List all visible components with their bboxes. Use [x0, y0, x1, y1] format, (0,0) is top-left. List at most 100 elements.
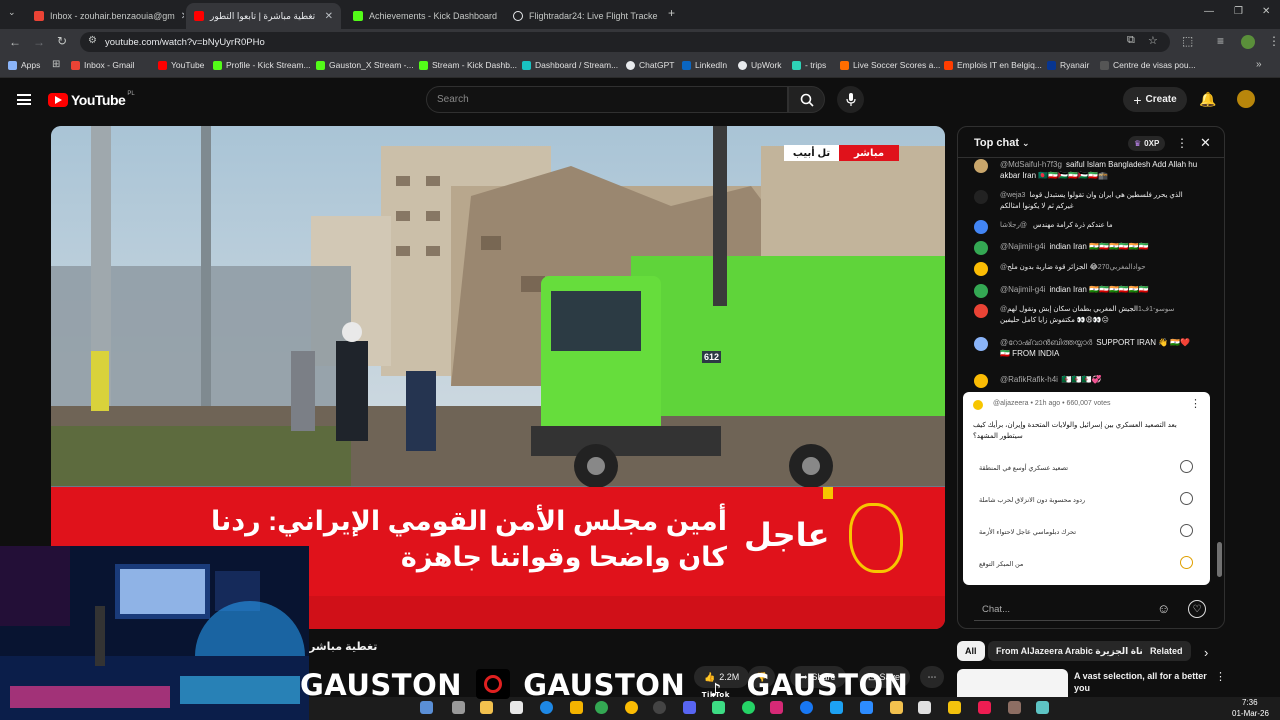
bookmark-ryanair[interactable]: Ryanair	[1047, 60, 1089, 70]
poll-option[interactable]: تحرك دبلوماسي عاجل لاحتواء الأزمة	[979, 524, 1193, 537]
bookmark-gmail[interactable]: Inbox - Gmail	[71, 60, 135, 70]
bookmark-kick-dashboard[interactable]: Stream - Kick Dashb...	[419, 60, 517, 70]
more-bookmarks-icon[interactable]: »	[1256, 59, 1262, 70]
profile-avatar[interactable]	[1241, 35, 1255, 49]
folder-icon[interactable]	[480, 701, 493, 714]
close-window-icon[interactable]: ✕	[1262, 6, 1270, 17]
zoom-icon[interactable]	[860, 701, 873, 714]
heart-icon[interactable]: ♡	[1188, 600, 1206, 618]
bookmark-trips[interactable]: - trips	[792, 60, 826, 70]
edge-icon[interactable]	[540, 701, 553, 714]
bookmark-linkedin[interactable]: LinkedIn	[682, 60, 727, 70]
chat-close-icon[interactable]: ✕	[1200, 135, 1211, 151]
taskbar-app-icon[interactable]	[948, 701, 961, 714]
address-bar[interactable]: ⚙ youtube.com/watch?v=bNyUyrR0PHo ⧉ ☆	[80, 32, 1170, 52]
bookmark-stream-dashboard[interactable]: Dashboard / Stream...	[522, 60, 618, 70]
extensions-icon[interactable]: ⬚	[1182, 34, 1193, 48]
taskbar-app-icon[interactable]	[452, 701, 465, 714]
live-badge: مباشر	[839, 145, 899, 161]
grid-icon[interactable]: ⊞	[52, 59, 60, 70]
recommended-title[interactable]: A vast selection, all for a better you	[1074, 670, 1210, 694]
tab-search-icon[interactable]: ⌄	[8, 7, 16, 18]
recommended-more-icon[interactable]: ⋮	[1215, 670, 1226, 683]
chat-mode-dropdown[interactable]: Top chat ⌄	[974, 137, 1030, 149]
tab-kick[interactable]: Achievements - Kick Dashboard ✕	[345, 3, 501, 29]
close-icon[interactable]: ✕	[497, 11, 501, 22]
chip-related[interactable]: Related	[1142, 641, 1191, 661]
reload-icon[interactable]: ↻	[57, 34, 67, 48]
bookmark-visas[interactable]: Centre de visas pou...	[1100, 60, 1196, 70]
media-control-icon[interactable]: ≡	[1217, 34, 1224, 48]
radio-button[interactable]	[1180, 524, 1193, 537]
taskbar-app-icon[interactable]	[712, 701, 725, 714]
chrome-icon[interactable]	[595, 701, 608, 714]
taskbar-app-icon[interactable]	[420, 701, 433, 714]
create-button[interactable]: + Create	[1123, 87, 1187, 112]
chrome-icon[interactable]	[625, 701, 638, 714]
bookmark-youtube[interactable]: YouTube	[158, 60, 204, 70]
bookmark-star-icon[interactable]: ☆	[1148, 34, 1158, 47]
account-avatar[interactable]	[1237, 90, 1255, 108]
taskbar-app-icon[interactable]	[570, 701, 583, 714]
poll-more-icon[interactable]: ⋮	[1190, 397, 1201, 410]
emoji-icon[interactable]: ☺	[1157, 601, 1170, 616]
browser-menu-icon[interactable]: ⋮	[1268, 34, 1280, 48]
back-icon[interactable]: ←	[9, 35, 21, 49]
bookmark-upwork[interactable]: UpWork	[738, 60, 782, 70]
close-icon[interactable]: ✕	[175, 11, 184, 22]
system-date[interactable]: 01-Mar-26	[1232, 709, 1269, 718]
chat-scrollbar[interactable]	[1217, 542, 1222, 577]
tab-flightradar[interactable]: Flightradar24: Live Flight Tracke ✕	[505, 3, 661, 29]
poll-option[interactable]: تصعيد عسكري أوسع في المنطقة	[979, 460, 1193, 473]
bookmark-kick-profile[interactable]: Profile - Kick Stream...	[213, 60, 311, 70]
recommended-thumbnail[interactable]	[957, 669, 1068, 697]
points-badge[interactable]: ♛ 0XP	[1128, 136, 1166, 151]
minimize-icon[interactable]: —	[1204, 6, 1214, 17]
whatsapp-icon[interactable]	[742, 701, 755, 714]
chip-all[interactable]: All	[957, 641, 985, 661]
hamburger-menu-icon[interactable]	[17, 94, 31, 105]
radio-button[interactable]	[1180, 492, 1193, 505]
chat-input[interactable]: Chat...	[974, 599, 1160, 621]
notifications-bell-icon[interactable]: 🔔	[1199, 91, 1216, 108]
forward-icon[interactable]: →	[33, 35, 45, 49]
radio-button[interactable]	[1180, 460, 1193, 473]
poll-option[interactable]: ردود محسوبة دون الانزلاق لحرب شاملة	[979, 492, 1193, 505]
tiktok-icon[interactable]	[978, 701, 991, 714]
youtube-logo[interactable]: YouTube PL	[48, 91, 135, 108]
close-icon[interactable]: ✕	[658, 11, 661, 22]
tab-youtube[interactable]: تغطية مباشرة | تابعوا التطور ✕	[186, 3, 341, 29]
chevron-right-icon[interactable]: ›	[1204, 645, 1208, 660]
taskbar-app-icon[interactable]	[1008, 701, 1021, 714]
tab-gmail[interactable]: Inbox - zouhair.benzaouia@gm ✕	[26, 3, 184, 29]
voice-search-button[interactable]	[837, 86, 864, 113]
poll-option[interactable]: من المبكر التوقع	[979, 556, 1193, 569]
install-icon[interactable]: ⧉	[1127, 34, 1135, 47]
bookmark-chatgpt[interactable]: ChatGPT	[626, 60, 674, 70]
taskbar-app-icon[interactable]	[890, 701, 903, 714]
chat-more-icon[interactable]: ⋮	[1176, 136, 1188, 150]
search-input[interactable]: Search	[426, 86, 788, 113]
system-time[interactable]: 7:36	[1242, 698, 1258, 707]
bookmark-soccer[interactable]: Live Soccer Scores a...	[840, 60, 940, 70]
taskbar-app-icon[interactable]	[510, 701, 523, 714]
bookmark-apps[interactable]: Apps	[8, 60, 40, 70]
taskbar-app-icon[interactable]	[918, 701, 931, 714]
bookmark-emplois[interactable]: Emplois IT en Belgiq...	[944, 60, 1042, 70]
restore-icon[interactable]: ❐	[1234, 6, 1243, 17]
discord-icon[interactable]	[683, 701, 696, 714]
facebook-icon[interactable]	[800, 701, 813, 714]
search-button[interactable]	[788, 86, 825, 113]
instagram-icon[interactable]	[770, 701, 783, 714]
site-info-icon[interactable]: ⚙	[88, 35, 97, 46]
radio-button[interactable]	[1180, 556, 1193, 569]
new-tab-icon[interactable]: +	[668, 6, 675, 20]
obs-icon[interactable]	[653, 701, 666, 714]
taskbar-app-icon[interactable]	[830, 701, 843, 714]
chip-aljazeera[interactable]: From AlJazeera Arabic قناة الجزيرة	[988, 641, 1157, 661]
taskbar-app-icon[interactable]	[1036, 701, 1049, 714]
close-icon[interactable]: ✕	[319, 11, 333, 22]
more-actions-button[interactable]: ⋯	[920, 666, 944, 688]
tab-label: Achievements - Kick Dashboard	[369, 11, 498, 21]
bookmark-kick-gauston[interactable]: Gauston_X Stream -...	[316, 60, 414, 70]
